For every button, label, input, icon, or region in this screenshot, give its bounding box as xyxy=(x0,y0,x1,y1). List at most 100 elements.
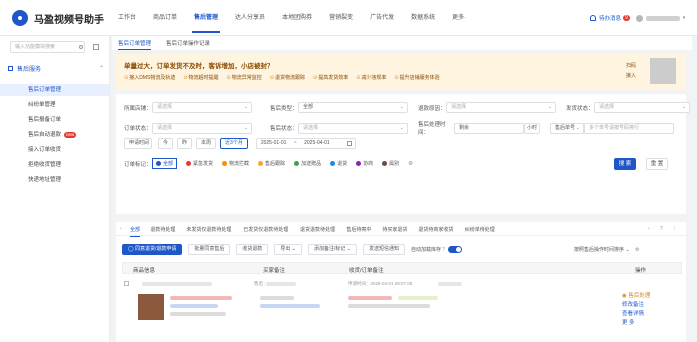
ship-status-select[interactable]: 请选择 ⌄ xyxy=(594,102,690,113)
reason-select[interactable]: 请选择 ⌄ xyxy=(446,102,556,113)
topnav-item[interactable]: 达人分享员 xyxy=(235,12,265,21)
chevron-down-icon[interactable]: ▾ xyxy=(683,15,686,21)
topnav-item[interactable]: 本地团购券 xyxy=(282,12,312,21)
order-no-input[interactable]: 多个单号请按号码排行 xyxy=(584,122,674,134)
status-tab[interactable]: 退货待商家收货 xyxy=(418,226,453,233)
sidebar-search-input[interactable]: 输入功能模块搜索 xyxy=(10,41,85,53)
table-row[interactable]: ◉ 售后处理 修改备注 查看详情 更 多 xyxy=(122,292,682,342)
mark-option[interactable]: 全部 xyxy=(152,158,178,169)
reset-button[interactable]: 重 置 xyxy=(646,158,668,170)
gear-icon[interactable]: ⚙ xyxy=(635,247,639,253)
date-quick-button[interactable]: 昨 xyxy=(177,138,193,149)
help-icon[interactable]: ? xyxy=(660,226,663,232)
app-logo[interactable]: 马盈视频号助手 xyxy=(12,10,104,26)
chevron-down-icon: ⌄ xyxy=(399,104,404,110)
tab-operation-log[interactable]: 售后订单操作记录 xyxy=(166,39,210,47)
view-detail-link[interactable]: 查看详情 xyxy=(622,310,650,319)
topnav-item[interactable]: 售后管理 xyxy=(192,12,221,33)
notice-link[interactable]: 待办消息 xyxy=(599,14,621,22)
sidebar-item-label: 售后订单管理 xyxy=(28,87,62,93)
process-time-input[interactable]: 剩余 xyxy=(454,122,524,134)
sidebar-group-after-sales[interactable]: 售后服务 ⌃ xyxy=(8,64,104,73)
topnav-item[interactable]: 数据系统 xyxy=(411,12,435,21)
status-tab[interactable]: 未发货仅退款待处理 xyxy=(186,226,231,233)
date-quick-button[interactable]: 今 xyxy=(158,138,174,149)
mark-option[interactable]: 售后跟踪 xyxy=(258,160,285,167)
type-value: 全部 xyxy=(303,104,314,110)
edit-note-link[interactable]: 修改备注 xyxy=(622,301,650,310)
after-status-select[interactable]: 请选择 ⌄ xyxy=(298,122,408,134)
status-tab[interactable]: 售后待寄中 xyxy=(346,226,371,233)
status-tab[interactable]: 纠纷单待处理 xyxy=(465,226,495,233)
tabs-next-icon[interactable]: › xyxy=(648,226,650,232)
topnav-item[interactable]: 工作台 xyxy=(118,12,136,21)
banner-pill: ⊙物流异常监控 xyxy=(226,75,262,81)
product-image[interactable] xyxy=(138,294,164,320)
order-id-redacted xyxy=(142,282,212,286)
mark-option[interactable]: 协商 xyxy=(356,160,373,167)
sidebar-item[interactable]: 纠纷单管理 xyxy=(0,99,109,111)
date-quick-button[interactable]: 近3个月 xyxy=(220,138,248,149)
mark-option[interactable]: 紧急发货 xyxy=(186,160,213,167)
help-icon[interactable]: ? xyxy=(442,247,445,253)
order-status-select[interactable]: 请选择 ⌄ xyxy=(152,122,252,134)
status-tab[interactable]: 退款待处理 xyxy=(150,226,175,233)
mark-option[interactable]: 物流拦截 xyxy=(222,160,249,167)
product-spec-redacted xyxy=(170,312,226,316)
mark-label: 订单标记： xyxy=(124,161,152,168)
more-link[interactable]: 更 多 xyxy=(622,319,650,328)
collapse-sidebar-icon[interactable] xyxy=(93,44,99,50)
mark-color-dot xyxy=(156,161,161,166)
mark-option[interactable]: 加送赠品 xyxy=(294,160,321,167)
mark-option[interactable]: 属别 xyxy=(382,160,399,167)
sidebar-item[interactable]: 售后报备订单 xyxy=(0,114,109,126)
mark-option[interactable]: 退货 xyxy=(330,160,347,167)
sidebar-item[interactable]: 售后订单管理 xyxy=(0,84,109,96)
username-redacted[interactable] xyxy=(645,15,680,21)
shop-select[interactable]: 请选择 ⌄ xyxy=(152,102,252,113)
bell-icon[interactable] xyxy=(590,15,596,21)
topnav-item[interactable]: 商品订单 xyxy=(153,12,177,21)
topnav-item[interactable]: 更多· xyxy=(452,12,466,21)
avatar[interactable] xyxy=(635,14,643,22)
gear-icon[interactable]: ⚙ xyxy=(408,161,413,167)
status-label: ◉ 售后处理 xyxy=(622,293,651,299)
batch-approve-button[interactable]: ◯ 同意退货/退款申请 xyxy=(122,244,183,255)
status-tab[interactable]: 待买家退货 xyxy=(382,226,407,233)
toolbar-button[interactable]: 收货退款 xyxy=(236,244,269,255)
buyer-note-redacted xyxy=(260,296,294,300)
search-button[interactable]: 搜 索 xyxy=(614,158,636,170)
product-sku-redacted xyxy=(170,304,218,308)
sidebar-item[interactable]: 拒绝收货管理 xyxy=(0,159,109,171)
status-tab[interactable]: 退货退款待处理 xyxy=(300,226,335,233)
sidebar-item[interactable]: 接入订单收货 xyxy=(0,144,109,156)
status-tab[interactable]: 已发货仅退款待处理 xyxy=(243,226,288,233)
sidebar-item[interactable]: 售后自动退款 new xyxy=(0,129,109,141)
topnav-item[interactable]: 广告代发 xyxy=(370,12,394,21)
date-quick-button[interactable]: 本周 xyxy=(196,138,217,149)
topnav-item[interactable]: 营销裂变 xyxy=(329,12,353,21)
promo-banner[interactable]: 单量过大，订单发货不及时，客诉增加，小店被封？ ⊙接入DMS物流及轨迹 ⊙物流超时… xyxy=(116,54,686,90)
date-type-select[interactable]: 申请时间 ⌄ xyxy=(124,138,152,149)
buyer-info-redacted xyxy=(260,304,320,308)
more-icon[interactable]: ⋮ xyxy=(672,226,677,232)
toolbar-button[interactable]: 添加备注/标记 ⌄ xyxy=(308,244,357,255)
chevron-up-icon[interactable]: ⌃ xyxy=(99,65,104,72)
type-select[interactable]: 全部 ⌄ xyxy=(298,102,408,113)
sort-select[interactable]: 按照售后操作时间排序 ⌄ ⚙ xyxy=(574,246,639,253)
order-no-type-select[interactable]: 售后单号 ⌄ xyxy=(550,122,584,134)
date-range-picker[interactable]: 2025-01-01 ~ 2025-04-01 xyxy=(255,138,356,149)
chevron-down-icon: ⌄ xyxy=(243,124,248,131)
chevron-down-icon: ⌄ xyxy=(575,124,580,131)
order-list-card: ‹ › ? ⋮ 全部 退款待处理 未发货仅退款待处理 已发货仅退款待处理 退货退款待处理… xyxy=(116,222,686,342)
toolbar-button[interactable]: 发送短信通知 xyxy=(362,244,405,255)
toolbar-button[interactable]: 批量同意售后 xyxy=(188,244,231,255)
row-checkbox[interactable] xyxy=(124,281,129,286)
status-tab[interactable]: 全部 xyxy=(130,226,141,237)
auto-toggle[interactable] xyxy=(447,246,462,253)
search-icon[interactable] xyxy=(79,45,83,49)
sidebar-item[interactable]: 快递地址管理 xyxy=(0,174,109,186)
tabs-prev-icon[interactable]: ‹ xyxy=(120,226,122,232)
tab-after-sales-orders[interactable]: 售后订单管理 xyxy=(118,39,152,50)
toolbar-button[interactable]: 导出 ⌄ xyxy=(274,244,302,255)
